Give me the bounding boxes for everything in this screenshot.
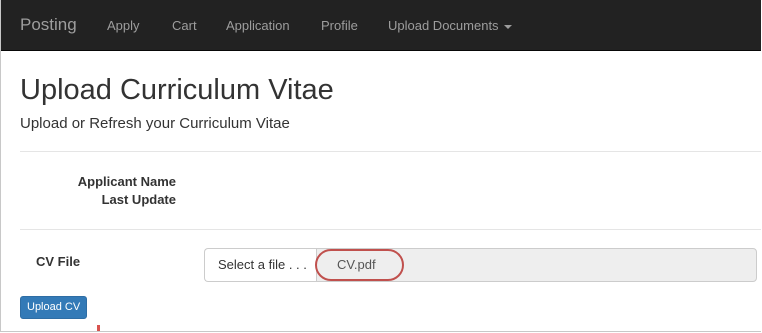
nav-item-application[interactable]: Application	[226, 18, 290, 34]
page-subtitle: Upload or Refresh your Curriculum Vitae	[20, 115, 290, 132]
upload-cv-button[interactable]: Upload CV	[20, 296, 88, 319]
navbar-brand[interactable]: Posting	[20, 15, 77, 35]
nav-item-upload-documents-label: Upload Documents	[388, 18, 499, 33]
section-divider	[20, 229, 761, 230]
nav-item-cart[interactable]: Cart	[172, 18, 197, 34]
cv-file-label: CV File	[36, 254, 81, 269]
nav-item-apply[interactable]: Apply	[107, 18, 140, 34]
select-file-button[interactable]: Select a file . . .	[204, 248, 316, 282]
cv-file-input-group: Select a file . . . CV.pdf	[204, 248, 757, 282]
applicant-name-label: Applicant Name	[77, 174, 176, 189]
page-frame: Posting Apply Cart Application Profile U…	[0, 0, 761, 332]
nav-item-upload-documents[interactable]: Upload Documents	[388, 18, 512, 34]
caret-down-icon	[503, 24, 512, 29]
red-annotation-mark	[97, 325, 100, 331]
selected-file-field[interactable]: CV.pdf	[316, 248, 757, 282]
top-navbar: Posting Apply Cart Application Profile U…	[1, 0, 761, 51]
last-update-label: Last Update	[101, 192, 176, 207]
page-title: Upload Curriculum Vitae	[20, 74, 334, 106]
nav-item-profile[interactable]: Profile	[321, 18, 358, 34]
section-divider	[20, 151, 761, 152]
